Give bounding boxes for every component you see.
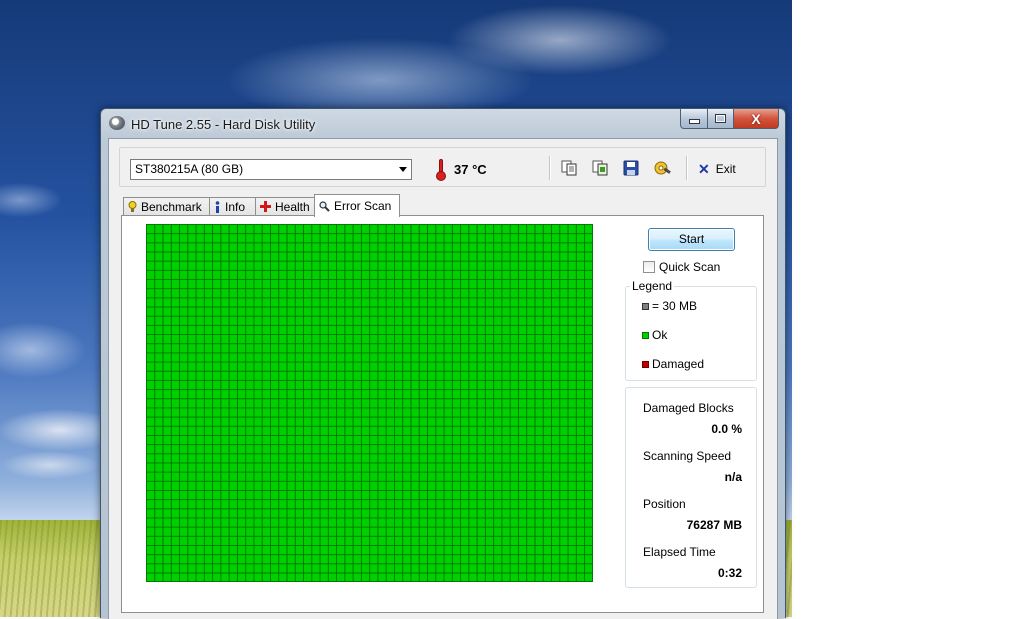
thermometer-icon [436, 159, 446, 181]
start-button[interactable]: Start [648, 228, 735, 251]
position-value: 76287 MB [686, 518, 742, 532]
tab-benchmark[interactable]: Benchmark [123, 197, 210, 215]
legend-item-damaged: Damaged [642, 357, 704, 371]
health-icon [260, 201, 271, 212]
tab-error-scan[interactable]: Error Scan [314, 194, 400, 217]
tab-health[interactable]: Health [255, 197, 315, 215]
legend-label: = 30 MB [652, 299, 698, 313]
tab-info[interactable]: Info [209, 197, 256, 215]
copy-all-icon [592, 160, 608, 176]
options-button[interactable] [654, 159, 672, 177]
elapsed-time-label: Elapsed Time [643, 545, 716, 559]
toolbar-separator [549, 156, 551, 180]
magnifier-icon [319, 200, 330, 212]
scan-statistics: Damaged Blocks 0.0 % Scanning Speed n/a … [625, 387, 757, 588]
app-window: HD Tune 2.55 - Hard Disk Utility X ST380… [100, 108, 786, 619]
tab-label: Error Scan [334, 199, 392, 213]
drive-select-value: ST380215A (80 GB) [135, 162, 244, 176]
damaged-blocks-value: 0.0 % [711, 422, 742, 436]
close-button[interactable]: X [734, 109, 779, 129]
close-icon: X [751, 110, 761, 127]
scanning-speed-label: Scanning Speed [643, 449, 732, 463]
position-label: Position [643, 497, 686, 511]
minimize-button[interactable] [680, 109, 708, 129]
title-bar[interactable]: HD Tune 2.55 - Hard Disk Utility X [101, 109, 785, 137]
minimize-icon [688, 119, 700, 124]
legend-group: Legend = 30 MB Ok Damaged [625, 279, 757, 381]
legend-label: Damaged [652, 357, 705, 371]
maximize-button[interactable] [708, 109, 734, 129]
client-area: ST380215A (80 GB) 37 °C ✕ Exit Benchmark… [108, 138, 778, 619]
caption-buttons: X [680, 109, 779, 129]
save-icon [623, 160, 639, 176]
exit-label: Exit [715, 162, 736, 176]
block-map [146, 224, 593, 582]
legend-label: Ok [652, 328, 668, 342]
tab-label: Health [275, 199, 310, 214]
legend-title: Legend [630, 279, 675, 293]
info-icon [215, 200, 220, 213]
options-icon [654, 161, 671, 175]
save-button[interactable] [622, 159, 640, 177]
quick-scan-checkbox[interactable] [643, 261, 655, 273]
damaged-blocks-label: Damaged Blocks [643, 401, 734, 415]
tab-label: Info [225, 199, 246, 214]
error-scan-panel: Start Quick Scan Legend = 30 MB Ok Damag… [121, 215, 764, 613]
legend-item-size: = 30 MB [642, 299, 697, 313]
quick-scan-option[interactable]: Quick Scan [643, 260, 720, 274]
block-swatch-gray [642, 302, 649, 310]
exit-button[interactable]: ✕ Exit [698, 160, 736, 178]
temperature-readout: 37 °C [454, 162, 487, 177]
scanning-speed-value: n/a [724, 470, 742, 484]
maximize-icon [715, 114, 726, 123]
hard-disk-icon [109, 116, 125, 130]
block-swatch-red [642, 360, 649, 368]
copy-info-button[interactable] [560, 159, 578, 177]
chevron-down-icon[interactable] [399, 167, 407, 172]
exit-icon: ✕ [698, 160, 710, 177]
quick-scan-label: Quick Scan [659, 260, 721, 274]
block-swatch-green [642, 331, 649, 339]
drive-select[interactable]: ST380215A (80 GB) [130, 159, 412, 180]
copy-info-icon [561, 160, 577, 176]
elapsed-time-value: 0:32 [717, 566, 742, 580]
legend-item-ok: Ok [642, 328, 667, 342]
toolbar-separator [686, 156, 688, 180]
tab-label: Benchmark [141, 199, 202, 214]
window-title: HD Tune 2.55 - Hard Disk Utility [131, 117, 316, 132]
copy-all-button[interactable] [591, 159, 609, 177]
benchmark-icon [128, 200, 137, 212]
toolbar: ST380215A (80 GB) 37 °C ✕ Exit [119, 147, 766, 187]
